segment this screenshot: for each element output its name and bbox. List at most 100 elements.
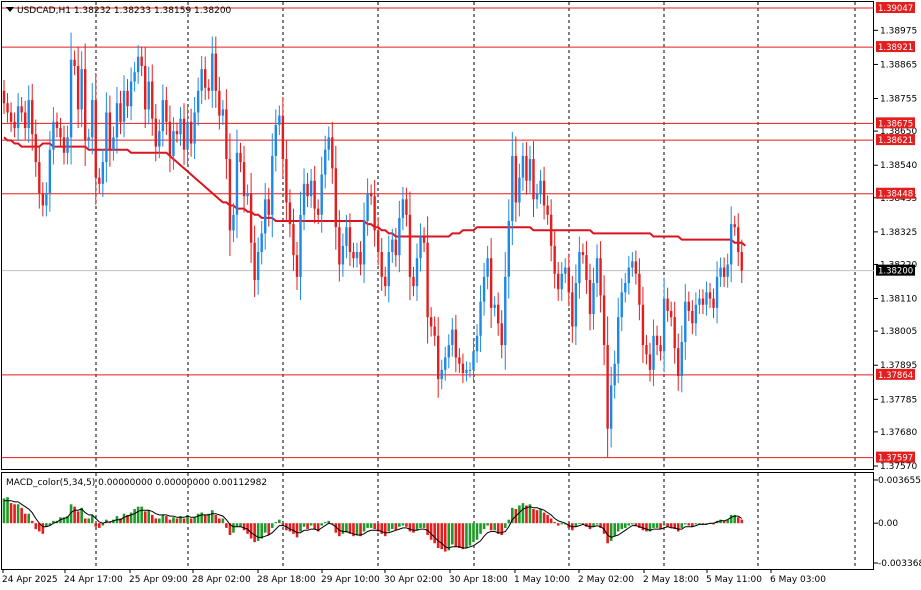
y-tick-label: 1.38110 — [880, 295, 917, 305]
candle-body — [179, 118, 182, 135]
histogram-bar — [196, 513, 200, 524]
candle-body — [105, 112, 108, 163]
candle-body — [207, 87, 210, 91]
histogram-bar — [500, 523, 504, 536]
candle-body — [391, 239, 394, 253]
candle-body — [422, 236, 426, 243]
histogram-bar — [225, 523, 228, 528]
candle-body — [235, 152, 239, 215]
candle-body — [41, 193, 45, 206]
level-label: 1.38921 — [878, 43, 913, 53]
candle-body — [94, 100, 97, 178]
candle-body — [249, 193, 253, 243]
histogram-bar — [694, 523, 698, 525]
histogram-bar — [278, 519, 281, 524]
candle-body — [497, 304, 500, 324]
candle-body — [581, 252, 585, 256]
candle-body — [553, 245, 556, 274]
candle-body — [193, 112, 196, 144]
level-label: 1.38448 — [878, 190, 913, 200]
candle-body — [412, 276, 415, 287]
candle-body — [295, 255, 299, 277]
histogram-bar — [475, 523, 479, 540]
candle-body — [599, 258, 602, 296]
candle-body — [465, 369, 468, 373]
histogram-bar — [302, 523, 306, 527]
candle-body — [66, 137, 69, 153]
candle-body — [518, 177, 521, 203]
candle-body — [278, 115, 281, 125]
candle-body — [242, 162, 246, 197]
candle-body — [27, 100, 30, 129]
candle-body — [267, 199, 270, 215]
candle-body — [161, 100, 165, 132]
histogram-bar — [299, 523, 302, 532]
histogram-bar — [659, 523, 662, 530]
histogram-bar — [27, 513, 31, 524]
candle-body — [479, 301, 482, 336]
candle-body — [189, 121, 193, 144]
candle-body — [239, 152, 242, 163]
candle-body — [666, 298, 669, 311]
level-label: 1.38675 — [878, 119, 913, 129]
candle-body — [59, 128, 62, 138]
candle-body — [334, 168, 338, 228]
candle-body — [313, 180, 316, 209]
histogram-bar — [398, 523, 401, 527]
candle-body — [136, 56, 140, 73]
candle-body — [677, 348, 680, 377]
histogram-bar — [23, 513, 27, 524]
histogram-bar — [458, 523, 461, 549]
histogram-bar — [408, 523, 412, 532]
candle-body — [256, 252, 260, 280]
histogram-bar — [387, 523, 391, 532]
histogram-bar — [447, 523, 451, 551]
histogram-bar — [193, 517, 196, 524]
histogram-bar — [412, 523, 415, 533]
histogram-bar — [320, 523, 323, 526]
candle-body — [592, 283, 595, 315]
candle-body — [673, 317, 676, 349]
x-tick-label: 29 Apr 10:00 — [321, 575, 380, 585]
candle-body — [433, 326, 436, 336]
histogram-bar — [140, 506, 143, 524]
candle-body — [405, 199, 408, 215]
histogram-bar — [419, 523, 422, 528]
candle-body — [91, 100, 94, 138]
candle-body — [327, 137, 330, 150]
candle-body — [511, 155, 514, 222]
candle-body — [168, 121, 172, 156]
candle-body — [398, 217, 401, 256]
x-tick-label: 6 May 03:00 — [770, 575, 826, 585]
histogram-bar — [242, 523, 246, 531]
histogram-bar — [133, 509, 136, 524]
chart-header: USDCAD,H1 1.38232 1.38233 1.38159 1.3820… — [6, 6, 232, 16]
candle-body — [394, 239, 398, 256]
candle-body — [662, 298, 666, 352]
y-tick-label: 1.38975 — [880, 26, 917, 36]
histogram-bar — [736, 517, 740, 524]
candle-body — [362, 221, 366, 265]
level-label: 1.37597 — [878, 454, 913, 464]
level-label: 1.38621 — [878, 136, 913, 146]
histogram-bar — [655, 523, 659, 528]
candle-body — [684, 301, 687, 342]
candle-body — [631, 261, 634, 268]
candle-body — [20, 106, 23, 113]
candle-body — [147, 81, 150, 110]
histogram-bar — [260, 523, 263, 539]
histogram-bar — [631, 523, 634, 525]
candle-body — [451, 329, 454, 346]
candle-body — [352, 252, 355, 259]
histogram-bar — [433, 523, 436, 544]
histogram-bar — [553, 522, 556, 524]
candle-body — [694, 304, 698, 324]
histogram-bar — [362, 523, 366, 532]
candle-body — [426, 242, 429, 318]
histogram-bar — [210, 510, 214, 524]
candle-body — [331, 137, 334, 169]
candle-body — [2, 90, 6, 104]
histogram-bar — [560, 523, 564, 525]
candle-body — [221, 109, 225, 116]
histogram-bar — [323, 522, 327, 524]
